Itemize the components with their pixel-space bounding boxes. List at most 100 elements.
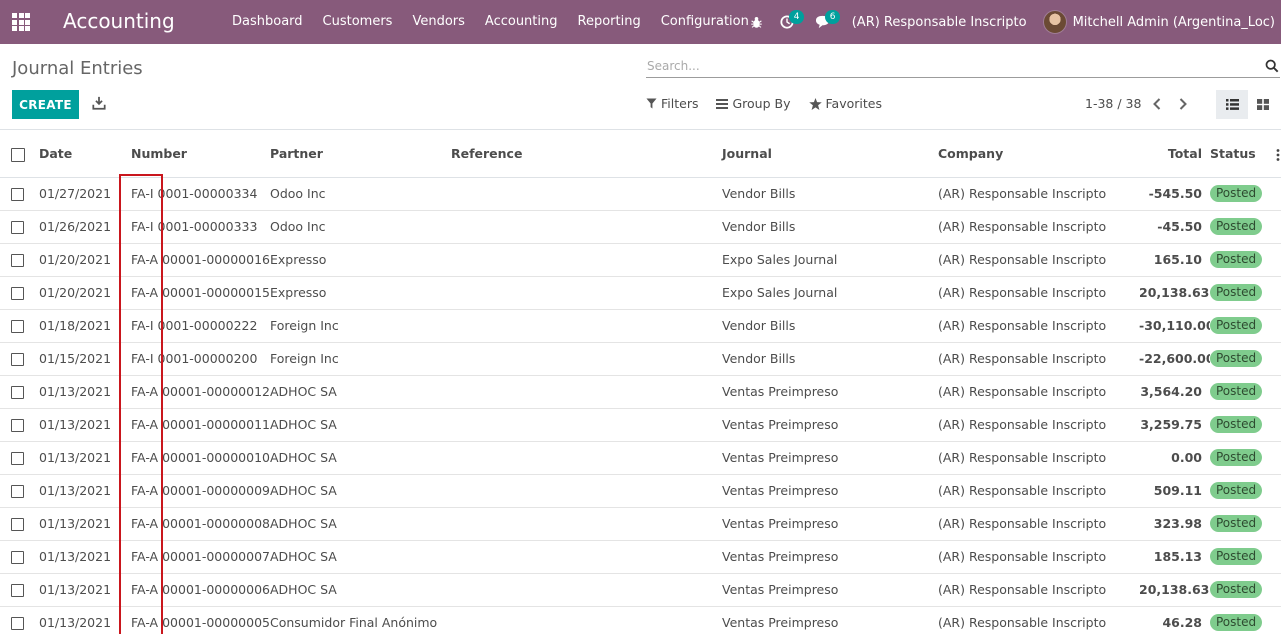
activity-clock-icon[interactable]: 4 xyxy=(772,0,805,44)
row-checkbox[interactable] xyxy=(11,617,24,630)
cell-journal: Vendor Bills xyxy=(722,186,796,201)
table-row[interactable]: 01/13/2021 FA-A 00001-00000011 ADHOC SA Ven… xyxy=(0,408,1281,441)
row-checkbox[interactable] xyxy=(11,584,24,597)
table-row[interactable]: 01/26/2021 FA-I 0001-00000333 Odoo Inc Vend… xyxy=(0,210,1281,243)
cell-journal: Ventas Preimpreso xyxy=(722,549,839,564)
cell-journal: Ventas Preimpreso xyxy=(722,615,839,630)
header-status[interactable]: Status xyxy=(1210,146,1256,161)
cell-journal: Vendor Bills xyxy=(722,351,796,366)
cell-company: (AR) Responsable Inscripto xyxy=(938,549,1107,564)
row-select-cell xyxy=(0,177,39,210)
row-select-cell xyxy=(0,210,39,243)
select-all-checkbox[interactable] xyxy=(11,147,25,162)
cell-journal: Ventas Preimpreso xyxy=(722,516,839,531)
cell-total: -22,600.00 xyxy=(1139,351,1210,366)
company-switcher[interactable]: (AR) Responsable Inscripto xyxy=(852,15,1027,30)
table-row[interactable]: 01/13/2021 FA-A 00001-00000008 ADHOC SA Ven… xyxy=(0,507,1281,540)
cell-company: (AR) Responsable Inscripto xyxy=(938,219,1107,234)
menu-dashboard[interactable]: Dashboard xyxy=(222,0,313,44)
row-checkbox[interactable] xyxy=(11,221,24,234)
table-row[interactable]: 01/18/2021 FA-I 0001-00000222 Foreign Inc V… xyxy=(0,309,1281,342)
menu-accounting[interactable]: Accounting xyxy=(475,0,568,44)
filters-button[interactable]: Filters xyxy=(646,96,698,111)
cell-partner: Expresso xyxy=(270,252,327,267)
cell-total: 20,138.63 xyxy=(1139,582,1210,597)
cell-number: FA-A 00001-00000009 xyxy=(131,483,270,498)
cell-status: Posted xyxy=(1210,375,1281,408)
kanban-view-button[interactable] xyxy=(1250,90,1276,119)
cell-status: Posted xyxy=(1210,210,1281,243)
debug-bug-icon[interactable] xyxy=(742,0,772,44)
row-checkbox[interactable] xyxy=(11,551,24,564)
apps-grid-icon[interactable] xyxy=(12,13,30,31)
status-badge: Posted xyxy=(1210,218,1263,235)
chevron-right-icon[interactable] xyxy=(1176,96,1190,112)
messages-count-badge: 6 xyxy=(824,10,841,24)
filters-label: Filters xyxy=(661,96,699,111)
app-title[interactable]: Accounting xyxy=(63,8,175,34)
cell-total: 323.98 xyxy=(1153,516,1202,531)
cell-reference xyxy=(451,408,722,441)
cell-status: Posted xyxy=(1210,243,1281,276)
row-checkbox[interactable] xyxy=(11,485,24,498)
search-input[interactable] xyxy=(646,56,1246,76)
table-row[interactable]: 01/13/2021 FA-A 00001-00000012 ADHOC SA Ven… xyxy=(0,375,1281,408)
messages-chat-icon[interactable]: 6 xyxy=(808,0,841,44)
cell-number: FA-A 00001-00000011 xyxy=(131,417,270,432)
search-icon[interactable] xyxy=(1265,59,1279,73)
cell-partner: ADHOC SA xyxy=(270,417,337,432)
table-row[interactable]: 01/13/2021 FA-A 00001-00000010 ADHOC SA Ven… xyxy=(0,441,1281,474)
star-icon xyxy=(808,97,822,110)
chevron-left-icon[interactable] xyxy=(1150,96,1164,112)
menu-reporting[interactable]: Reporting xyxy=(568,0,651,44)
table-row[interactable]: 01/15/2021 FA-I 0001-00000200 Foreign Inc V… xyxy=(0,342,1281,375)
row-checkbox[interactable] xyxy=(11,452,24,465)
row-checkbox[interactable] xyxy=(11,287,24,300)
table-row[interactable]: 01/13/2021 FA-A 00001-00000009 ADHOC SA Ven… xyxy=(0,474,1281,507)
header-reference[interactable]: Reference xyxy=(451,131,722,178)
cell-number: FA-A 00001-00000010 xyxy=(131,450,270,465)
create-button[interactable]: CREATE xyxy=(12,90,79,119)
menu-vendors[interactable]: Vendors xyxy=(402,0,474,44)
user-menu[interactable]: Mitchell Admin (Argentina_Loc) xyxy=(1042,10,1275,34)
row-checkbox[interactable] xyxy=(11,254,24,267)
header-company[interactable]: Company xyxy=(938,131,1139,178)
table-row[interactable]: 01/13/2021 FA-A 00001-00000007 ADHOC SA Ven… xyxy=(0,540,1281,573)
favorites-label: Favorites xyxy=(825,96,882,111)
filter-icon xyxy=(646,98,657,109)
favorites-button[interactable]: Favorites xyxy=(808,96,882,111)
header-total[interactable]: Total xyxy=(1139,131,1210,178)
row-checkbox[interactable] xyxy=(11,386,24,399)
table-row[interactable]: 01/20/2021 FA-A 00001-00000016 Expresso Exp… xyxy=(0,243,1281,276)
status-badge: Posted xyxy=(1210,317,1263,334)
header-number[interactable]: Number xyxy=(131,131,270,178)
table-row[interactable]: 01/13/2021 FA-A 00001-00000005 Consumidor … xyxy=(0,606,1281,634)
row-checkbox[interactable] xyxy=(11,419,24,432)
list-view-button[interactable] xyxy=(1216,90,1248,119)
cell-journal: Expo Sales Journal xyxy=(722,285,838,300)
row-checkbox[interactable] xyxy=(11,353,24,366)
cell-reference xyxy=(451,474,722,507)
cell-journal: Vendor Bills xyxy=(722,219,796,234)
row-checkbox[interactable] xyxy=(11,320,24,333)
download-icon[interactable] xyxy=(92,96,106,110)
header-partner[interactable]: Partner xyxy=(270,131,451,178)
cell-reference xyxy=(451,540,722,573)
header-date[interactable]: Date xyxy=(39,131,131,178)
table-row[interactable]: 01/13/2021 FA-A 00001-00000006 ADHOC SA Ven… xyxy=(0,573,1281,606)
row-checkbox[interactable] xyxy=(11,188,24,201)
header-journal[interactable]: Journal xyxy=(722,131,938,178)
status-badge: Posted xyxy=(1210,416,1263,433)
table-row[interactable]: 01/20/2021 FA-A 00001-00000015 Expresso Exp… xyxy=(0,276,1281,309)
cell-company: (AR) Responsable Inscripto xyxy=(938,351,1107,366)
row-select-cell xyxy=(0,540,39,573)
row-checkbox[interactable] xyxy=(11,518,24,531)
cell-reference xyxy=(451,573,722,606)
group-by-button[interactable]: Group By xyxy=(716,96,791,111)
row-select-cell xyxy=(0,408,39,441)
vertical-dots-icon[interactable] xyxy=(1276,148,1280,161)
pager-value[interactable]: 1-38 / 38 xyxy=(1085,96,1141,111)
row-select-cell xyxy=(0,507,39,540)
table-row[interactable]: 01/27/2021 FA-I 0001-00000334 Odoo Inc Vend… xyxy=(0,177,1281,210)
menu-customers[interactable]: Customers xyxy=(313,0,403,44)
